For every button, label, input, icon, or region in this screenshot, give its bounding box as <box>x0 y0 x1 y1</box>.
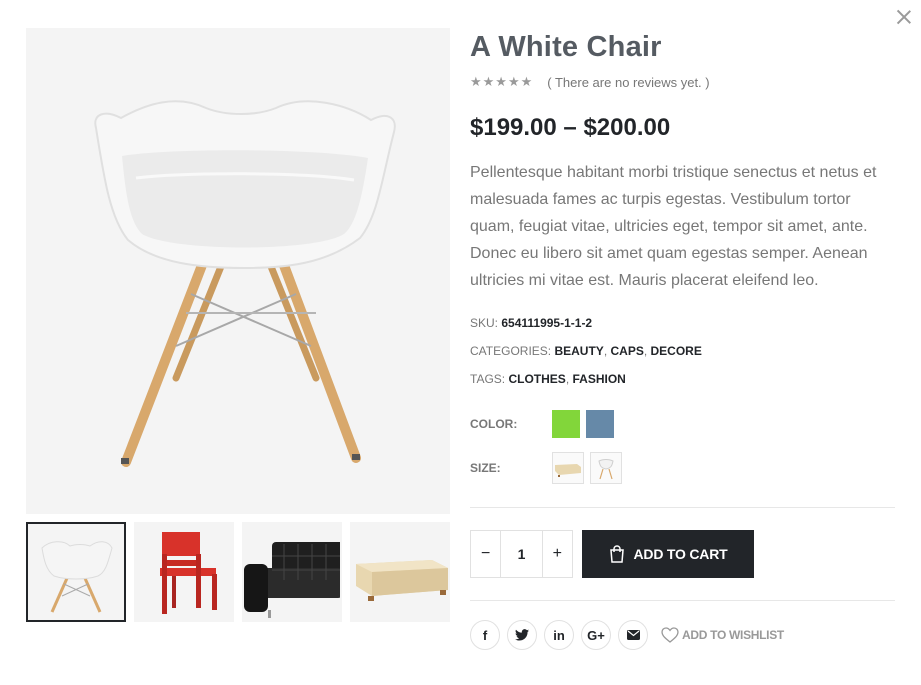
email-icon[interactable] <box>618 620 648 650</box>
size-option-row: SIZE: <box>470 452 895 484</box>
thumbnail-wooden-bench[interactable] <box>350 522 450 622</box>
sku-row: SKU: 654111995-1-1-2 <box>470 309 895 337</box>
product-description: Pellentesque habitant morbi tristique se… <box>470 164 877 289</box>
facebook-icon[interactable]: f <box>470 620 500 650</box>
divider <box>470 507 895 508</box>
add-to-wishlist-link[interactable]: ADD TO WISHLIST <box>661 627 784 643</box>
thumbnail-black-leather-sofa[interactable] <box>242 522 342 622</box>
category-link[interactable]: DECORE <box>651 344 702 358</box>
product-price: $199.00 – $200.00 <box>470 114 671 141</box>
linkedin-icon[interactable]: in <box>544 620 574 650</box>
quantity-stepper: − 1 + <box>470 530 573 578</box>
black-sofa-thumb <box>244 542 340 618</box>
sku-label: SKU: <box>470 316 499 330</box>
add-to-cart-label: ADD TO CART <box>633 546 728 562</box>
size-label: SIZE: <box>470 461 501 475</box>
bench-icon <box>555 464 581 477</box>
product-meta: SKU: 654111995-1-1-2 CATEGORIES: BEAUTY,… <box>470 309 895 393</box>
red-chair-thumb <box>160 532 217 614</box>
quantity-increase-button[interactable]: + <box>543 531 572 577</box>
heart-icon <box>661 627 679 643</box>
rating-row: ★★★★★ ( There are no reviews yet. ) <box>470 74 895 90</box>
category-link[interactable]: CAPS <box>610 344 643 358</box>
size-swatch-bench[interactable] <box>552 452 584 484</box>
rating-stars: ★★★★★ <box>470 74 534 89</box>
quantity-decrease-button[interactable]: − <box>471 531 500 577</box>
color-swatch-green[interactable] <box>552 410 580 438</box>
chair-icon <box>598 459 614 480</box>
white-chair-image <box>94 100 396 467</box>
tags-label: TAGS: <box>470 372 506 386</box>
shopping-bag-icon <box>609 545 624 563</box>
twitter-icon[interactable] <box>507 620 537 650</box>
quantity-input[interactable]: 1 <box>500 531 543 577</box>
sku-value: 654111995-1-1-2 <box>501 316 593 330</box>
categories-label: CATEGORIES: <box>470 344 552 358</box>
divider <box>470 600 895 601</box>
tag-link[interactable]: CLOTHES <box>508 372 565 386</box>
share-links: f in G+ ADD TO WISHLIST <box>470 620 784 650</box>
color-label: COLOR: <box>470 417 518 431</box>
thumbnail-white-chair[interactable] <box>26 522 126 622</box>
product-main-image[interactable] <box>26 28 450 514</box>
categories-row: CATEGORIES: BEAUTY, CAPS, DECORE <box>470 344 702 358</box>
tags-row: TAGS: CLOTHES, FASHION <box>470 372 626 386</box>
close-icon[interactable] <box>895 8 913 26</box>
reviews-link[interactable]: ( There are no reviews yet. ) <box>547 75 709 90</box>
wooden-bench-thumb <box>356 560 448 601</box>
color-option-row: COLOR: <box>470 409 895 439</box>
size-swatch-chair[interactable] <box>590 452 622 484</box>
category-link[interactable]: BEAUTY <box>554 344 603 358</box>
googleplus-icon[interactable]: G+ <box>581 620 611 650</box>
product-title: A White Chair <box>470 31 662 63</box>
tag-link[interactable]: FASHION <box>572 372 625 386</box>
add-to-cart-button[interactable]: ADD TO CART <box>582 530 754 578</box>
color-swatch-blue[interactable] <box>586 410 614 438</box>
wishlist-label: ADD TO WISHLIST <box>682 628 784 642</box>
white-chair-thumb <box>41 541 113 613</box>
thumbnail-red-chair[interactable] <box>134 522 234 622</box>
